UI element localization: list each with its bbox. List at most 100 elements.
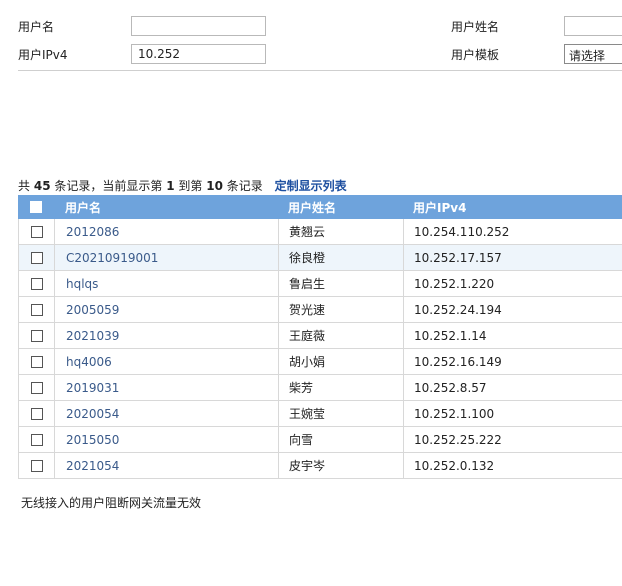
row-checkbox[interactable]	[30, 277, 43, 290]
header-realname[interactable]: 用户姓名	[288, 195, 336, 219]
ipv4-label: 用户IPv4	[18, 48, 68, 62]
cell-username[interactable]: 2019031	[66, 375, 119, 400]
table-row[interactable]: hq4006 胡小娟 10.252.16.149	[19, 349, 622, 375]
row-checkbox[interactable]	[30, 251, 43, 264]
table-row[interactable]: 2015050 向雪 10.252.25.222	[19, 427, 622, 453]
table-row[interactable]: 2012086 黄翘云 10.254.110.252	[19, 219, 622, 245]
summary-mid2: 到第	[178, 179, 203, 193]
summary-total: 45	[33, 179, 51, 193]
column-divider	[278, 453, 279, 478]
row-select-cell	[19, 245, 55, 270]
column-divider	[278, 271, 279, 296]
cell-realname: 柴芳	[289, 381, 314, 395]
cell-realname: 黄翘云	[289, 225, 326, 239]
column-divider	[278, 349, 279, 374]
cell-username[interactable]: hq4006	[66, 349, 112, 374]
username-label: 用户名	[18, 20, 55, 34]
row-select-cell	[19, 349, 55, 374]
cell-username[interactable]: 2005059	[66, 297, 119, 322]
cell-ipv4: 10.252.1.220	[414, 276, 495, 291]
select-all-checkbox[interactable]	[30, 201, 42, 213]
cell-username[interactable]: 2020054	[66, 401, 119, 426]
cell-realname: 王庭薇	[289, 329, 326, 343]
table-row[interactable]: hqlqs 鲁启生 10.252.1.220	[19, 271, 622, 297]
cell-ipv4: 10.254.110.252	[414, 224, 510, 239]
column-divider	[403, 271, 404, 296]
row-checkbox[interactable]	[30, 225, 43, 238]
cell-ipv4: 10.252.8.57	[414, 380, 487, 395]
header-ipv4[interactable]: 用户IPv4	[413, 195, 466, 219]
row-checkbox[interactable]	[30, 355, 43, 368]
cell-username[interactable]: 2021054	[66, 453, 119, 478]
cell-username[interactable]: C20210919001	[66, 245, 158, 270]
footer-note: 无线接入的用户阻断网关流量无效	[21, 496, 202, 510]
column-divider	[278, 297, 279, 322]
cell-ipv4: 10.252.1.100	[414, 406, 495, 421]
realname-label: 用户姓名	[451, 20, 500, 34]
column-divider	[278, 219, 279, 244]
table-row[interactable]: 2019031 柴芳 10.252.8.57	[19, 375, 622, 401]
template-label: 用户模板	[451, 48, 500, 62]
column-divider	[403, 453, 404, 478]
cell-username[interactable]: 2021039	[66, 323, 119, 348]
select-all-cell	[18, 195, 54, 219]
username-input[interactable]	[131, 16, 266, 36]
row-select-cell	[19, 323, 55, 348]
table-row[interactable]: C20210919001 徐良橙 10.252.17.157	[19, 245, 622, 271]
row-checkbox[interactable]	[30, 433, 43, 446]
summary-suffix: 条记录	[226, 179, 263, 193]
row-select-cell	[19, 401, 55, 426]
table-row[interactable]: 2020054 王婉莹 10.252.1.100	[19, 401, 622, 427]
row-checkbox[interactable]	[30, 329, 43, 342]
table-row[interactable]: 2021054 皮宇岑 10.252.0.132	[19, 453, 622, 479]
cell-username[interactable]: 2015050	[66, 427, 119, 452]
column-divider	[403, 427, 404, 452]
customize-columns-link[interactable]: 定制显示列表	[275, 179, 347, 193]
table-row[interactable]: 2021039 王庭薇 10.252.1.14	[19, 323, 622, 349]
cell-realname: 王婉莹	[289, 407, 326, 421]
realname-input[interactable]	[564, 16, 622, 36]
row-select-cell	[19, 271, 55, 296]
template-select-value: 请选择	[569, 49, 606, 63]
row-select-cell	[19, 375, 55, 400]
cell-ipv4: 10.252.24.194	[414, 302, 502, 317]
summary-to: 10	[206, 179, 223, 193]
cell-ipv4: 10.252.0.132	[414, 458, 495, 473]
row-select-cell	[19, 427, 55, 452]
row-select-cell	[19, 219, 55, 244]
row-checkbox[interactable]	[30, 459, 43, 472]
table-body: 2012086 黄翘云 10.254.110.252 C20210919001 徐良橙 1…	[18, 219, 622, 479]
column-divider	[278, 323, 279, 348]
row-select-cell	[19, 453, 55, 478]
template-select[interactable]: 请选择	[564, 44, 622, 64]
cell-realname: 贺光速	[289, 303, 326, 317]
summary-from: 1	[166, 179, 175, 193]
form-divider	[18, 70, 622, 71]
column-divider	[403, 349, 404, 374]
cell-realname: 向雪	[289, 433, 314, 447]
cell-realname: 徐良橙	[289, 251, 326, 265]
ipv4-input[interactable]	[131, 44, 266, 64]
cell-username[interactable]: 2012086	[66, 219, 119, 244]
column-divider	[403, 375, 404, 400]
column-divider	[278, 245, 279, 270]
cell-realname: 皮宇岑	[289, 459, 326, 473]
record-summary: 共 45 条记录，当前显示第 1 到第 10 条记录 定制显示列表	[18, 177, 347, 194]
cell-realname: 鲁启生	[289, 277, 326, 291]
row-checkbox[interactable]	[30, 381, 43, 394]
cell-ipv4: 10.252.1.14	[414, 328, 487, 343]
column-divider	[278, 375, 279, 400]
column-divider	[278, 401, 279, 426]
column-divider	[403, 219, 404, 244]
row-checkbox[interactable]	[30, 303, 43, 316]
header-username[interactable]: 用户名	[65, 195, 101, 219]
cell-username[interactable]: hqlqs	[66, 271, 98, 296]
summary-prefix: 共	[18, 179, 31, 193]
table-row[interactable]: 2005059 贺光速 10.252.24.194	[19, 297, 622, 323]
cell-ipv4: 10.252.25.222	[414, 432, 502, 447]
column-divider	[403, 245, 404, 270]
column-divider	[403, 323, 404, 348]
cell-ipv4: 10.252.16.149	[414, 354, 502, 369]
row-checkbox[interactable]	[30, 407, 43, 420]
cell-realname: 胡小娟	[289, 355, 326, 369]
